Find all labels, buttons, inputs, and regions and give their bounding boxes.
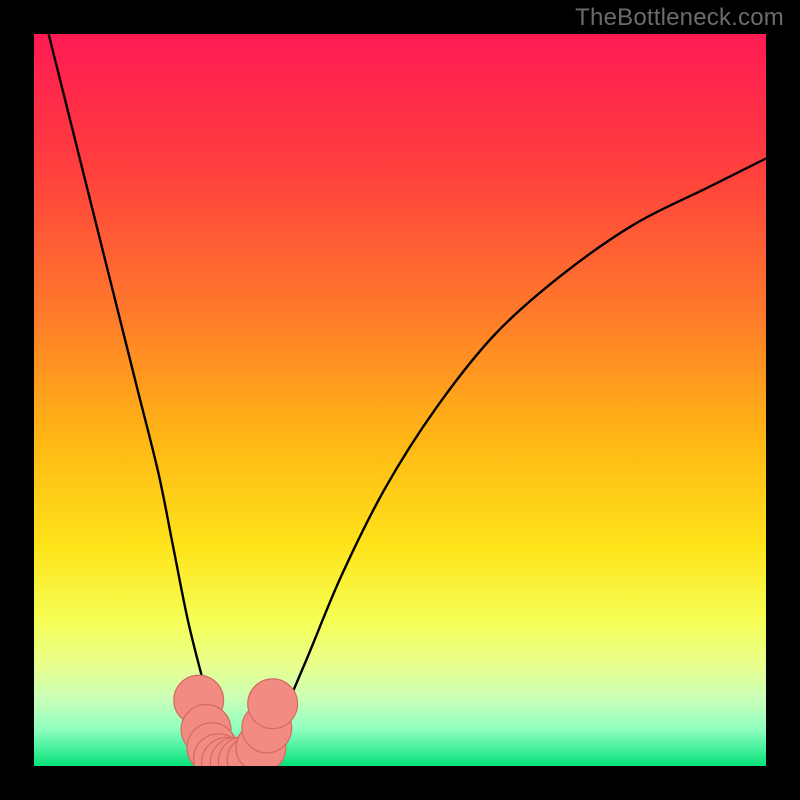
- floor-markers: [174, 675, 298, 766]
- curve-layer: [34, 34, 766, 766]
- marker-dot: [248, 679, 298, 729]
- chart-frame: TheBottleneck.com: [0, 0, 800, 800]
- watermark-text: TheBottleneck.com: [575, 4, 784, 32]
- bottleneck-curve: [49, 34, 766, 763]
- plot-area: [34, 34, 766, 766]
